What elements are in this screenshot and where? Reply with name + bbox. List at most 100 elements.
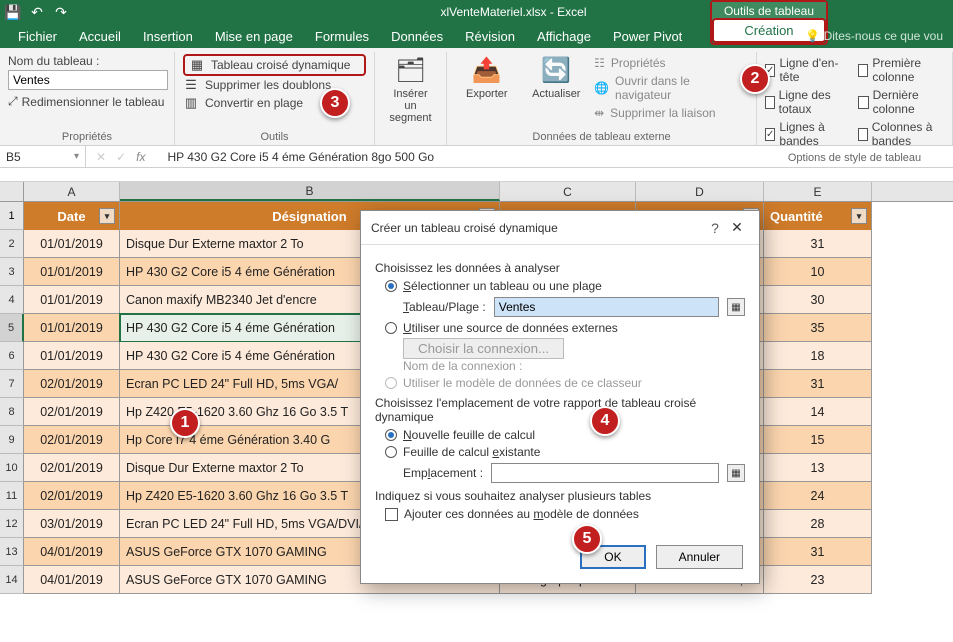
range-picker-icon[interactable]: ▦	[727, 464, 745, 482]
section-multi-tables: Indiquez si vous souhaitez analyser plus…	[375, 489, 745, 503]
ext-unlink: ⇹Supprimer la liaison	[594, 104, 748, 122]
tab-miseenpage[interactable]: Mise en page	[215, 29, 293, 44]
ribbon-tabs: Fichier Accueil Insertion Mise en page F…	[0, 24, 953, 48]
cell-date[interactable]: 02/01/2019	[24, 398, 120, 426]
row-header[interactable]: 4	[0, 286, 24, 314]
col-header-D[interactable]: D	[636, 182, 764, 201]
row-header[interactable]: 7	[0, 370, 24, 398]
chk-banded-cols[interactable]: Colonnes à bandes	[858, 118, 944, 150]
range-picker-icon[interactable]: ▦	[727, 298, 745, 316]
radio-icon	[385, 377, 397, 389]
export-button[interactable]: 📤Exporter	[455, 54, 519, 129]
row-header[interactable]: 12	[0, 510, 24, 538]
tab-powerpivot[interactable]: Power Pivot	[613, 29, 682, 44]
cell-quantite[interactable]: 31	[764, 370, 872, 398]
cell-date[interactable]: 03/01/2019	[24, 510, 120, 538]
table-name-input[interactable]	[8, 70, 168, 90]
location-input[interactable]	[491, 463, 719, 483]
cell-quantite[interactable]: 18	[764, 342, 872, 370]
cell-quantite[interactable]: 28	[764, 510, 872, 538]
resize-icon: ⤢	[8, 94, 18, 109]
formula-input[interactable]: HP 430 G2 Core i5 4 éme Génération 8go 5…	[161, 150, 953, 164]
row-header[interactable]: 10	[0, 454, 24, 482]
insert-slicer-button[interactable]: 🗂Insérer un segment	[389, 54, 432, 124]
chk-total-row[interactable]: Ligne des totaux	[765, 86, 840, 118]
cell-date[interactable]: 02/01/2019	[24, 454, 120, 482]
undo-icon[interactable]: ↶	[30, 5, 44, 19]
unlink-icon: ⇹	[594, 106, 604, 120]
cell-quantite[interactable]: 13	[764, 454, 872, 482]
row-header[interactable]: 3	[0, 258, 24, 286]
row-header[interactable]: 11	[0, 482, 24, 510]
cancel-button[interactable]: Annuler	[656, 545, 743, 569]
cell-date[interactable]: 02/01/2019	[24, 426, 120, 454]
filter-icon[interactable]: ▾	[99, 208, 115, 224]
tab-insertion[interactable]: Insertion	[143, 29, 193, 44]
chk-first-col[interactable]: Première colonne	[858, 54, 944, 86]
cell-date[interactable]: 01/01/2019	[24, 314, 120, 342]
fx-icon[interactable]: fx	[136, 150, 151, 164]
select-all-corner[interactable]	[0, 182, 24, 201]
row-header[interactable]: 5	[0, 314, 24, 342]
pivot-table-button[interactable]: ▦Tableau croisé dynamique	[183, 54, 366, 76]
filter-icon[interactable]: ▾	[851, 208, 867, 224]
cell-date[interactable]: 04/01/2019	[24, 566, 120, 594]
close-icon[interactable]: ✕	[725, 219, 749, 236]
tab-affichage[interactable]: Affichage	[537, 29, 591, 44]
row-header-1[interactable]: 1	[0, 202, 24, 230]
tab-revision[interactable]: Révision	[465, 29, 515, 44]
cell-quantite[interactable]: 31	[764, 230, 872, 258]
opt-existing-sheet[interactable]: Feuille de calcul existante	[385, 445, 745, 459]
name-box[interactable]: B5▾	[0, 146, 86, 167]
cell-date[interactable]: 01/01/2019	[24, 230, 120, 258]
cell-date[interactable]: 02/01/2019	[24, 370, 120, 398]
help-icon[interactable]: ?	[705, 220, 725, 236]
tab-formules[interactable]: Formules	[315, 29, 369, 44]
redo-icon[interactable]: ↷	[54, 5, 68, 19]
cell-quantite[interactable]: 10	[764, 258, 872, 286]
opt-new-sheet[interactable]: Nouvelle feuille de calcul	[385, 428, 745, 442]
chk-add-to-model[interactable]: Ajouter ces données au modèle de données	[385, 507, 745, 521]
cell-quantite[interactable]: 35	[764, 314, 872, 342]
tab-donnees[interactable]: Données	[391, 29, 443, 44]
chk-last-col[interactable]: Dernière colonne	[858, 86, 944, 118]
range-label: Tableau/Plage :	[403, 300, 486, 314]
badge-3: 3	[320, 88, 350, 118]
row-header[interactable]: 2	[0, 230, 24, 258]
opt-select-range[interactable]: SSélectionner un tableau ou une plageéle…	[385, 279, 745, 293]
save-icon[interactable]: 💾	[6, 5, 20, 19]
chevron-down-icon[interactable]: ▾	[74, 151, 79, 162]
tab-fichier[interactable]: Fichier	[18, 29, 57, 44]
col-header-A[interactable]: A	[24, 182, 120, 201]
cell-date[interactable]: 01/01/2019	[24, 342, 120, 370]
checkbox-icon	[385, 508, 398, 521]
tab-accueil[interactable]: Accueil	[79, 29, 121, 44]
row-header[interactable]: 14	[0, 566, 24, 594]
tell-me[interactable]: 💡 Dites-nous ce que vou	[805, 29, 943, 43]
cell-date[interactable]: 04/01/2019	[24, 538, 120, 566]
cell-quantite[interactable]: 31	[764, 538, 872, 566]
col-header-C[interactable]: C	[500, 182, 636, 201]
cell-date[interactable]: 01/01/2019	[24, 258, 120, 286]
cell-date[interactable]: 01/01/2019	[24, 286, 120, 314]
cell-date[interactable]: 02/01/2019	[24, 482, 120, 510]
cell-quantite[interactable]: 15	[764, 426, 872, 454]
cell-quantite[interactable]: 23	[764, 566, 872, 594]
ribbon: Nom du tableau : ⤢Redimensionner le tabl…	[0, 48, 953, 146]
refresh-button[interactable]: 🔄Actualiser	[525, 54, 589, 129]
opt-external-source[interactable]: Utiliser une source de données externes	[385, 321, 745, 335]
cell-quantite[interactable]: 24	[764, 482, 872, 510]
range-input[interactable]	[494, 297, 719, 317]
resize-table-button[interactable]: ⤢Redimensionner le tableau	[8, 94, 166, 109]
col-header-E[interactable]: E	[764, 182, 872, 201]
row-header[interactable]: 6	[0, 342, 24, 370]
chk-banded-rows[interactable]: ✓Lignes à bandes	[765, 118, 840, 150]
col-header-B[interactable]: B	[120, 182, 500, 201]
cancel-formula-icon: ✕	[96, 150, 106, 164]
cell-quantite[interactable]: 14	[764, 398, 872, 426]
row-header[interactable]: 8	[0, 398, 24, 426]
cell-quantite[interactable]: 30	[764, 286, 872, 314]
row-header[interactable]: 13	[0, 538, 24, 566]
row-header[interactable]: 9	[0, 426, 24, 454]
chk-header-row[interactable]: ✓Ligne d'en-tête	[765, 54, 840, 86]
